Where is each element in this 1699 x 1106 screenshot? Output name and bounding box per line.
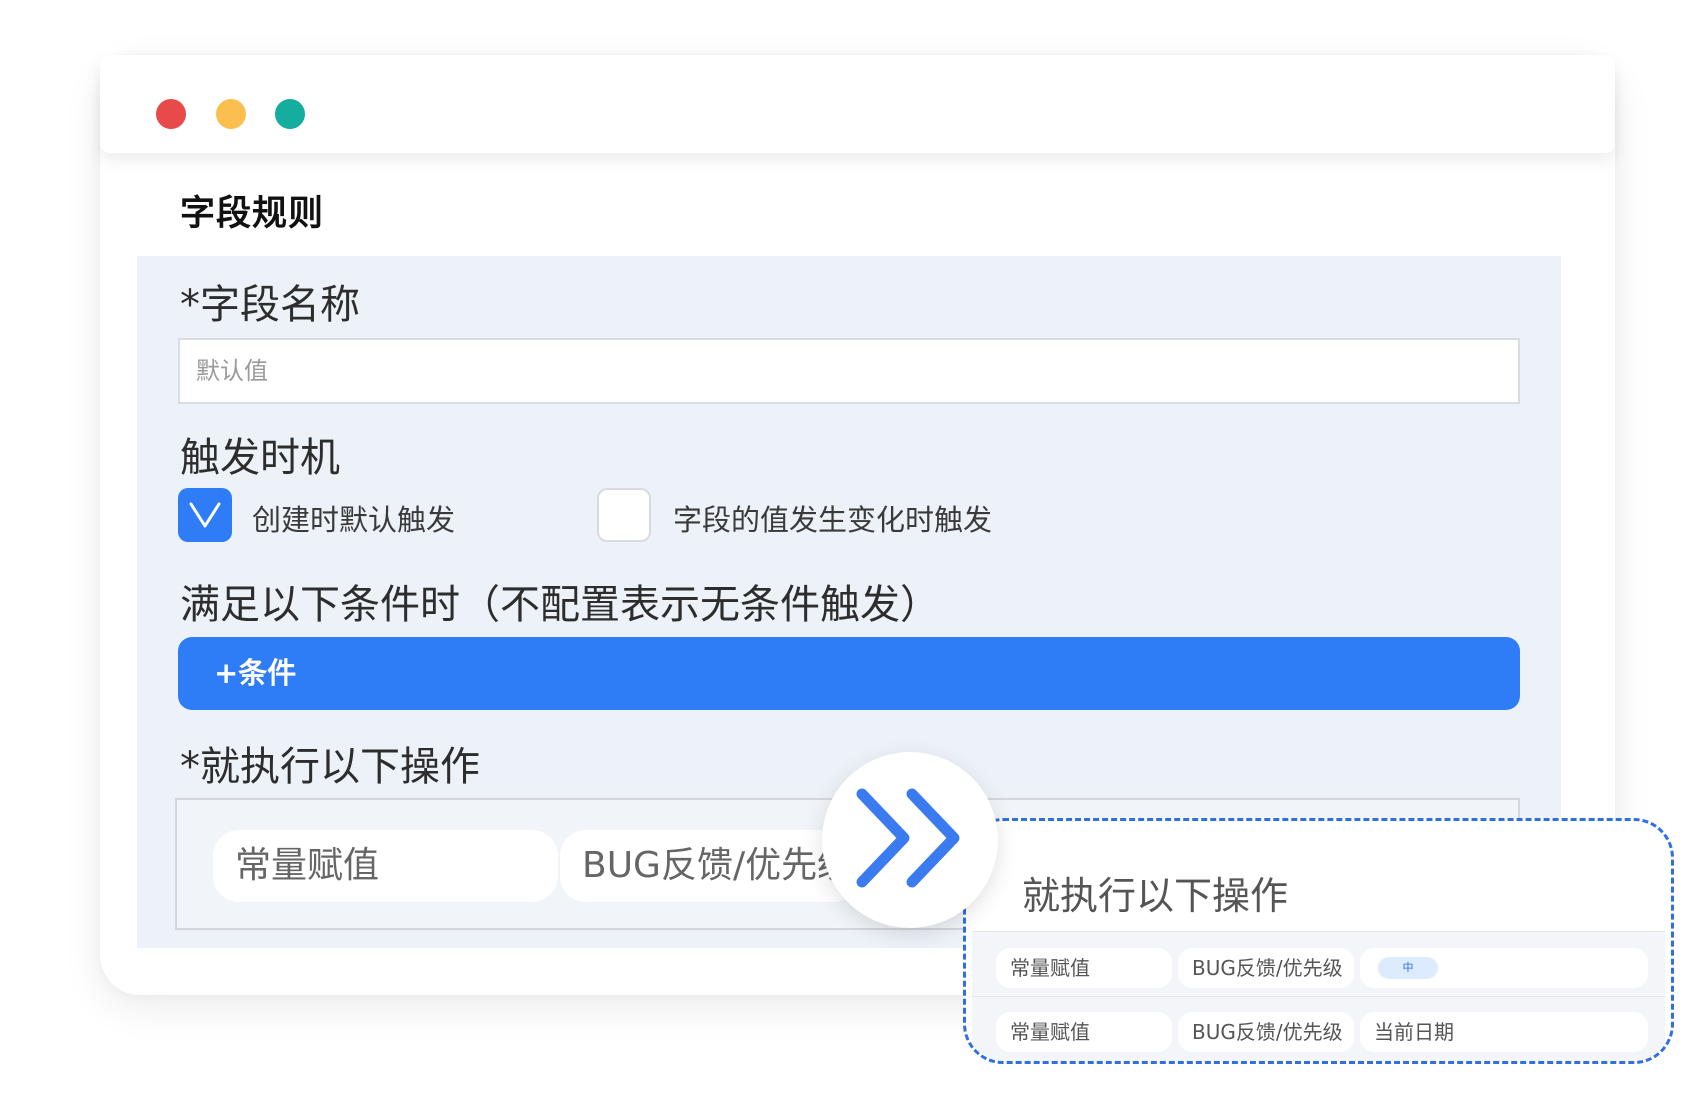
priority-tag: 中	[1378, 957, 1438, 979]
check-icon	[189, 502, 221, 528]
field-name-input[interactable]	[180, 340, 1518, 402]
value-change-trigger-checkbox[interactable]	[597, 488, 651, 542]
preview-row-1-field[interactable]: BUG反馈/优先级	[1178, 948, 1354, 988]
double-chevron-right-icon	[856, 788, 960, 888]
add-condition-button[interactable]: +条件	[178, 637, 1520, 710]
preview-row-2-value[interactable]: 当前日期	[1360, 1012, 1648, 1052]
field-name-label: *字段名称	[180, 282, 360, 328]
expand-button[interactable]	[822, 752, 998, 928]
title-bar	[100, 55, 1615, 153]
preview-title: 就执行以下操作	[1022, 874, 1289, 918]
create-trigger-checkbox[interactable]	[178, 488, 232, 542]
value-change-trigger-label: 字段的值发生变化时触发	[673, 503, 993, 537]
action-field-select[interactable]: BUG反馈/优先级	[560, 830, 860, 902]
actions-label: *就执行以下操作	[180, 744, 480, 790]
close-window-button[interactable]	[156, 99, 186, 129]
preview-row-1-value[interactable]: 中	[1360, 948, 1648, 988]
maximize-window-button[interactable]	[275, 99, 305, 129]
action-type-select[interactable]: 常量赋值	[213, 830, 558, 902]
field-name-input-wrapper	[178, 338, 1520, 404]
preview-row-1-type[interactable]: 常量赋值	[996, 948, 1172, 988]
preview-table: 常量赋值 BUG反馈/优先级 中 常量赋值 BUG反馈/优先级 当前日期	[972, 931, 1665, 1061]
preview-row-2-field[interactable]: BUG反馈/优先级	[1178, 1012, 1354, 1052]
row-divider	[972, 996, 1665, 997]
page-title: 字段规则	[180, 194, 325, 234]
create-trigger-label: 创建时默认触发	[252, 503, 456, 537]
conditions-label: 满足以下条件时（不配置表示无条件触发）	[180, 582, 940, 628]
actions-preview-card: 就执行以下操作 常量赋值 BUG反馈/优先级 中 常量赋值 BUG反馈/优先级 …	[963, 818, 1674, 1064]
minimize-window-button[interactable]	[216, 99, 246, 129]
trigger-timing-label: 触发时机	[180, 435, 340, 481]
preview-row-2-type[interactable]: 常量赋值	[996, 1012, 1172, 1052]
